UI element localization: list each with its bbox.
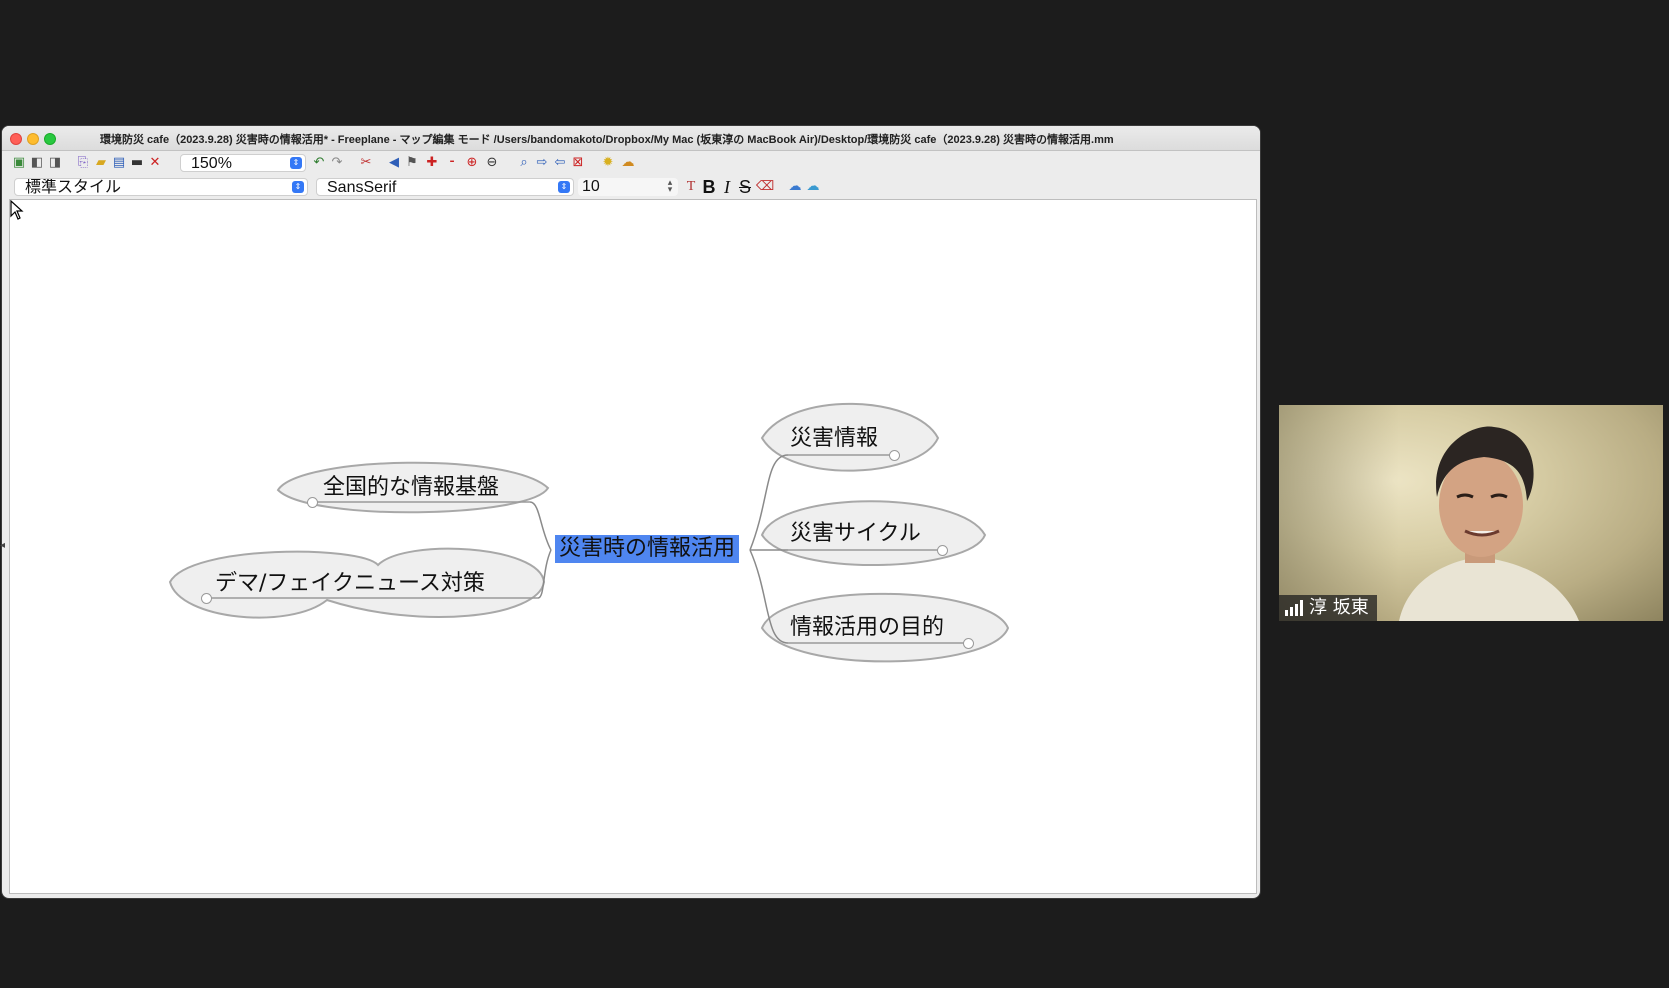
- signal-strength-icon: [1285, 600, 1303, 616]
- print-icon[interactable]: ▬: [128, 154, 146, 172]
- navigate-forward-icon[interactable]: ◨: [46, 154, 64, 172]
- lightbulb-icon[interactable]: ✹: [599, 154, 617, 172]
- node-disaster-cycle[interactable]: 災害サイクル: [790, 520, 921, 548]
- font-family-select[interactable]: SansSerif ⇕: [316, 178, 574, 196]
- italic-button[interactable]: I: [718, 177, 736, 197]
- chevron-updown-icon: ⇕: [290, 157, 302, 169]
- zoom-select[interactable]: 150% ⇕: [180, 154, 306, 172]
- font-family-value: SansSerif: [327, 179, 397, 196]
- format-toolbar: 標準スタイル ⇕ SansSerif ⇕ 10 ▴ ▾ T B I S ⌫ ☁ ☁: [2, 175, 1260, 199]
- participant-name-tag: 淳 坂東: [1279, 595, 1377, 621]
- navigate-back-icon[interactable]: ◧: [28, 154, 46, 172]
- style-value: 標準スタイル: [25, 179, 122, 196]
- remove-node-icon[interactable]: ⁃: [443, 154, 461, 172]
- filter-icon[interactable]: ⊠: [569, 154, 587, 172]
- window-title: 環境防災 cafe（2023.9.28) 災害時の情報活用* - Freepla…: [100, 134, 1114, 146]
- close-window-button[interactable]: [10, 133, 22, 145]
- new-file-icon[interactable]: ⎘: [74, 154, 92, 172]
- save-icon[interactable]: ▤: [110, 154, 128, 172]
- zoom-value: 150%: [191, 155, 232, 172]
- font-size-value: 10: [582, 178, 600, 195]
- fold-toggle-purpose[interactable]: [963, 638, 974, 649]
- mouse-pointer-icon: [10, 200, 24, 220]
- fold-toggle-fakenews[interactable]: [201, 593, 212, 604]
- add-child-node-icon[interactable]: ✚: [423, 154, 441, 172]
- participant-video-tile[interactable]: 淳 坂東: [1279, 405, 1663, 621]
- participant-name: 淳 坂東: [1309, 597, 1369, 618]
- chevron-updown-icon: ⇕: [292, 181, 304, 193]
- chevron-updown-icon: ⇕: [558, 181, 570, 193]
- left-panel-handle-icon[interactable]: ◂: [0, 540, 5, 554]
- maximize-window-button[interactable]: [44, 133, 56, 145]
- node-fake-news-countermeasures[interactable]: デマ/フェイクニュース対策: [215, 570, 485, 598]
- node-information-use-purpose[interactable]: 情報活用の目的: [790, 614, 944, 642]
- root-node[interactable]: 災害時の情報活用: [555, 535, 740, 563]
- close-map-icon[interactable]: ✕: [146, 154, 164, 172]
- minimize-window-button[interactable]: [27, 133, 39, 145]
- strikethrough-button[interactable]: S: [736, 177, 754, 197]
- eraser-icon[interactable]: ⌫: [756, 178, 774, 196]
- find-next-icon[interactable]: ⇨: [533, 154, 551, 172]
- redo-icon[interactable]: ↷: [328, 154, 346, 172]
- search-icon[interactable]: ⌕: [515, 154, 533, 172]
- tips-icon[interactable]: ☁: [619, 154, 637, 172]
- edge-root-to-national: [529, 501, 552, 551]
- style-select[interactable]: 標準スタイル ⇕: [14, 178, 308, 196]
- mindmap-canvas[interactable]: 災害時の情報活用 全国的な情報基盤 デマ/フェイクニュース対策 災害情報 災害サ…: [9, 199, 1257, 894]
- text-color-icon[interactable]: T: [682, 177, 700, 197]
- bold-button[interactable]: B: [700, 177, 718, 197]
- participant-mouth: [1464, 529, 1500, 537]
- main-toolbar: ▣ ◧ ◨ ⎘ ▰ ▤ ▬ ✕ 150% ⇕ ↶ ↷ ✂ ◀ ⚑ ✚ ⁃ ⊕ ⊖…: [2, 151, 1260, 175]
- undo-icon[interactable]: ↶: [310, 154, 328, 172]
- new-map-icon[interactable]: ▣: [10, 154, 28, 172]
- fold-node-icon[interactable]: ⊖: [483, 154, 501, 172]
- node-national-infrastructure[interactable]: 全国的な情報基盤: [323, 474, 499, 502]
- cloud-color-icon[interactable]: ☁: [804, 178, 822, 196]
- find-previous-icon[interactable]: ⇦: [551, 154, 569, 172]
- participant-shirt: [1399, 557, 1579, 621]
- cut-icon[interactable]: ✂: [357, 154, 375, 172]
- open-folder-icon[interactable]: ▰: [92, 154, 110, 172]
- fold-toggle-cycle[interactable]: [937, 545, 948, 556]
- participant-video-svg: [1399, 426, 1579, 621]
- freeplane-window: 環境防災 cafe（2023.9.28) 災害時の情報活用* - Freepla…: [2, 126, 1260, 898]
- title-bar[interactable]: 環境防災 cafe（2023.9.28) 災害時の情報活用* - Freepla…: [2, 126, 1260, 151]
- add-sibling-node-icon[interactable]: ⊕: [463, 154, 481, 172]
- go-left-icon[interactable]: ◀: [385, 154, 403, 172]
- stepper-arrows-icon: ▴ ▾: [667, 178, 673, 194]
- node-disaster-information[interactable]: 災害情報: [790, 425, 878, 453]
- flag-icon[interactable]: ⚑: [403, 154, 421, 172]
- cloud-icon[interactable]: ☁: [786, 178, 804, 196]
- fold-toggle-national[interactable]: [307, 497, 318, 508]
- font-size-stepper[interactable]: 10 ▴ ▾: [578, 178, 678, 196]
- fold-toggle-disasterinfo[interactable]: [889, 450, 900, 461]
